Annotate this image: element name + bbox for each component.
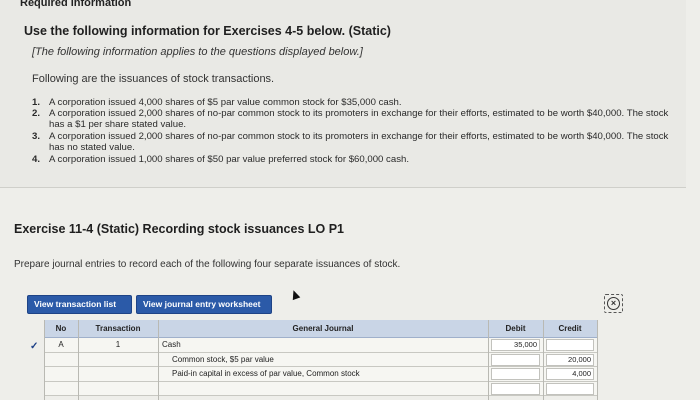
info-intro: Following are the issuances of stock tra… — [32, 73, 275, 85]
journal-header: No Transaction General Journal Debit Cre… — [44, 320, 597, 338]
cell-transaction — [78, 382, 158, 396]
view-journal-entry-worksheet-button[interactable]: View journal entry worksheet — [136, 295, 272, 314]
cell-no — [44, 367, 78, 381]
view-transaction-list-button[interactable]: View transaction list — [27, 295, 132, 314]
header-general-journal: General Journal — [292, 324, 354, 333]
list-item: 2. A corporation issued 2,000 shares of … — [32, 108, 669, 130]
info-panel: Required information Use the following i… — [0, 0, 686, 188]
required-information-label: Required information — [20, 0, 132, 9]
credit-field[interactable] — [546, 382, 594, 395]
debit-field[interactable] — [491, 382, 540, 395]
column-divider — [488, 320, 489, 400]
table-row: Common stock, $5 par value 20,000 — [44, 352, 597, 367]
checkmark-icon: ✓ — [30, 341, 39, 352]
cell-account[interactable]: Common stock, $5 par value — [172, 353, 482, 367]
list-item: 1. A corporation issued 4,000 shares of … — [32, 97, 402, 108]
list-item: 4. A corporation issued 1,000 shares of … — [32, 154, 409, 165]
column-divider — [543, 320, 544, 400]
close-icon: × — [607, 297, 620, 310]
table-row — [44, 381, 597, 396]
exercise-prompt: Prepare journal entries to record each o… — [14, 259, 401, 270]
close-button[interactable]: × — [604, 294, 623, 313]
header-debit: Debit — [505, 324, 526, 333]
journal-rows: A 1 Cash 35,000 Common stock, $5 par val… — [44, 338, 597, 396]
cell-no: A — [58, 340, 64, 349]
debit-field[interactable] — [491, 353, 540, 366]
cell-no — [44, 382, 78, 396]
cell-account[interactable] — [172, 382, 482, 396]
table-row: A 1 Cash 35,000 — [44, 338, 597, 353]
cell-transaction: 1 — [115, 340, 121, 349]
column-divider — [78, 320, 79, 400]
table-row: Paid-in capital in excess of par value, … — [44, 367, 597, 382]
column-divider — [597, 320, 598, 400]
cell-no — [44, 353, 78, 367]
credit-field[interactable]: 20,000 — [546, 353, 594, 366]
mouse-cursor-icon — [289, 288, 301, 301]
debit-field[interactable]: 35,000 — [491, 339, 540, 351]
list-item: 3. A corporation issued 2,000 shares of … — [32, 131, 669, 153]
header-credit: Credit — [558, 324, 582, 333]
cell-account[interactable]: Paid-in capital in excess of par value, … — [172, 367, 482, 381]
info-heading: Use the following information for Exerci… — [24, 24, 391, 38]
cell-transaction — [78, 367, 158, 381]
column-divider — [158, 320, 159, 400]
credit-field[interactable] — [546, 339, 594, 351]
cell-account[interactable]: Cash — [162, 338, 482, 352]
column-divider — [44, 320, 45, 400]
exercise-title: Exercise 11-4 (Static) Recording stock i… — [14, 222, 345, 236]
transaction-list: 1. A corporation issued 4,000 shares of … — [32, 97, 672, 165]
debit-field[interactable] — [491, 368, 540, 380]
header-transaction: Transaction — [95, 324, 141, 333]
cell-transaction — [78, 353, 158, 367]
header-no: No — [55, 324, 67, 333]
info-note: [The following information applies to th… — [32, 46, 363, 58]
credit-field[interactable]: 4,000 — [546, 368, 594, 380]
